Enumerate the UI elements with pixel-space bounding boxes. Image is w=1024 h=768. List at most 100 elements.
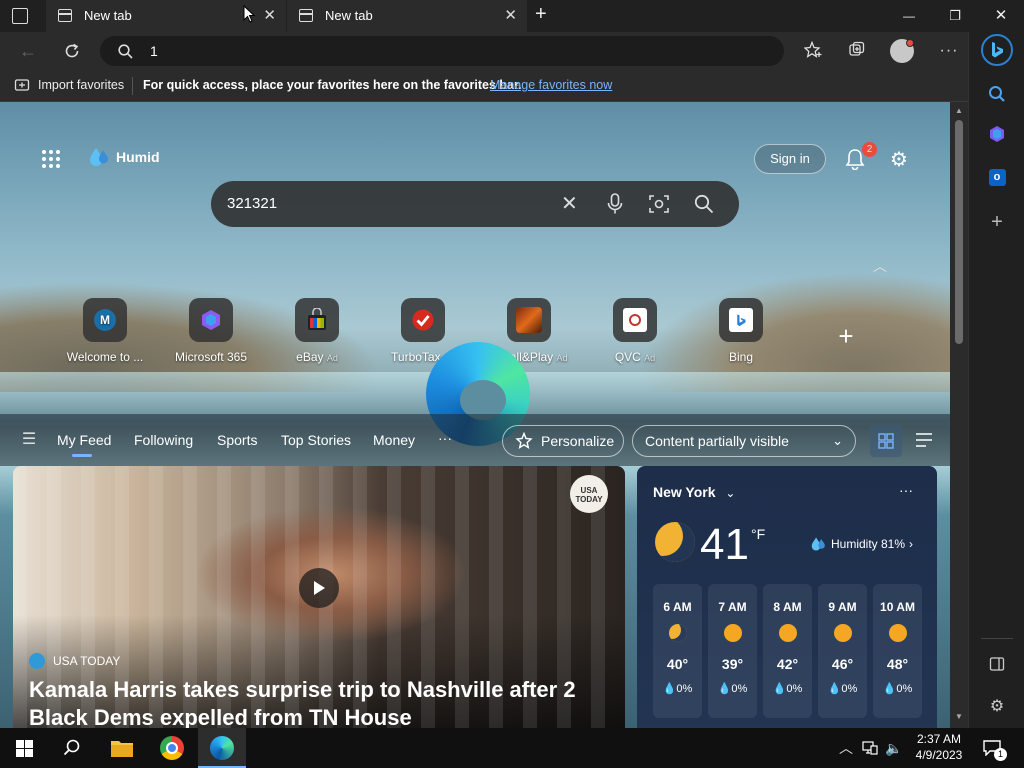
- file-explorer-button[interactable]: [98, 728, 146, 768]
- sign-in-button[interactable]: Sign in: [754, 144, 826, 174]
- volume-icon[interactable]: 🔈: [884, 738, 904, 758]
- refresh-button[interactable]: [58, 38, 86, 64]
- address-bar[interactable]: 1: [100, 36, 784, 66]
- quick-link-microsoft365[interactable]: Microsoft 365: [163, 298, 259, 364]
- network-icon[interactable]: [860, 738, 880, 758]
- humidity-label: Humidity 81%: [831, 537, 906, 551]
- microphone-icon[interactable]: [607, 193, 623, 215]
- collapse-chevron-icon[interactable]: ︿: [870, 258, 890, 274]
- personalize-label: Personalize: [541, 433, 615, 449]
- moon-icon: [655, 522, 695, 562]
- edge-taskbar-button[interactable]: [198, 728, 246, 768]
- weather-card[interactable]: New York ⌄ ··· 41 °F Humidity 81% › 6 AM…: [637, 466, 937, 728]
- action-center-button[interactable]: 1: [978, 734, 1007, 762]
- hour-temp: 42°: [776, 656, 799, 672]
- nav-sports[interactable]: Sports: [217, 432, 257, 448]
- collections-button[interactable]: [844, 37, 870, 63]
- app-launcher-icon[interactable]: [40, 148, 62, 170]
- add-quick-link-button[interactable]: +: [834, 321, 858, 351]
- weather-more-button[interactable]: ···: [899, 482, 913, 498]
- close-window-button[interactable]: ✕: [978, 0, 1024, 32]
- quick-link-tile: [189, 298, 233, 342]
- nav-following[interactable]: Following: [134, 432, 193, 448]
- nav-my-feed[interactable]: My Feed: [57, 432, 111, 448]
- quick-link-tile: [295, 298, 339, 342]
- new-tab-page-icon: [299, 9, 313, 22]
- sidebar-m365-button[interactable]: [985, 122, 1009, 146]
- sidebar-search-button[interactable]: [985, 82, 1009, 106]
- grid-view-button[interactable]: [870, 425, 902, 457]
- quick-link-tile: M: [83, 298, 127, 342]
- taskbar-search-button[interactable]: [48, 728, 96, 768]
- sidebar-outlook-button[interactable]: o: [985, 165, 1009, 189]
- search-submit-icon[interactable]: [694, 194, 714, 214]
- import-favorites-label: Import favorites: [38, 78, 125, 92]
- minimize-button[interactable]: —: [886, 0, 932, 32]
- favorites-star-button[interactable]: [800, 37, 826, 63]
- title-bar: New tab ✕ New tab ✕ + — ❐ ✕: [0, 0, 1024, 32]
- quick-link-label: QVC: [614, 350, 641, 364]
- web-search-box[interactable]: 321321 ✕: [211, 181, 739, 227]
- sidebar-layout-button[interactable]: [985, 652, 1009, 676]
- page-scrollbar[interactable]: ▲ ▼: [950, 102, 968, 728]
- notifications-button[interactable]: 2: [842, 142, 877, 172]
- quick-link-qvc[interactable]: QVC Ad: [587, 298, 683, 364]
- quick-link-welcome[interactable]: M Welcome to ...: [57, 298, 153, 364]
- hourly-forecast-10am[interactable]: 10 AM 48° 💧0%: [873, 584, 922, 718]
- humidity-link[interactable]: Humidity 81% ›: [811, 536, 913, 552]
- import-favorites-button[interactable]: Import favorites: [14, 77, 124, 93]
- hourly-forecast-7am[interactable]: 7 AM 39° 💧0%: [708, 584, 757, 718]
- split-screen-icon: [989, 657, 1005, 671]
- web-search-input[interactable]: 321321: [227, 195, 277, 212]
- tab-2-close-icon[interactable]: ✕: [504, 6, 517, 24]
- sidebar-add-button[interactable]: +: [985, 210, 1009, 234]
- taskbar: ︿ 🔈 2:37 AM 4/9/2023 1: [0, 728, 1024, 768]
- chrome-button[interactable]: [148, 728, 196, 768]
- hourly-forecast-9am[interactable]: 9 AM 46° 💧0%: [818, 584, 867, 718]
- tab-actions-icon[interactable]: [12, 8, 28, 24]
- start-button[interactable]: [0, 728, 48, 768]
- news-headline[interactable]: Kamala Harris takes surprise trip to Nas…: [29, 676, 619, 728]
- personalize-button[interactable]: Personalize: [502, 425, 624, 457]
- sidebar-settings-button[interactable]: ⚙: [985, 694, 1009, 718]
- nav-top-stories[interactable]: Top Stories: [281, 432, 351, 448]
- feed-menu-icon[interactable]: ☰: [20, 430, 38, 448]
- restore-button[interactable]: ❐: [932, 0, 978, 32]
- settings-more-button[interactable]: ···: [936, 38, 962, 64]
- weather-location[interactable]: New York ⌄: [653, 484, 735, 500]
- list-view-button[interactable]: [912, 428, 936, 452]
- address-input-value[interactable]: 1: [150, 43, 158, 59]
- system-clock[interactable]: 2:37 AM 4/9/2023: [910, 731, 968, 763]
- play-video-button[interactable]: [299, 568, 339, 608]
- chevron-down-icon: ⌄: [832, 433, 843, 448]
- show-hidden-icons-button[interactable]: ︿: [836, 738, 856, 758]
- hourly-forecast-8am[interactable]: 8 AM 42° 💧0%: [763, 584, 812, 718]
- tab-1-close-icon[interactable]: ✕: [263, 6, 276, 24]
- qvc-icon: [623, 308, 647, 332]
- nav-more-button[interactable]: ···: [438, 430, 452, 446]
- temp-unit: °F: [751, 526, 766, 542]
- page-settings-button[interactable]: ⚙: [886, 146, 912, 172]
- news-card[interactable]: USA TODAY USA TODAY Kamala Harris takes …: [13, 466, 625, 728]
- new-tab-button[interactable]: +: [535, 3, 547, 26]
- clear-search-icon[interactable]: ✕: [561, 191, 578, 216]
- bing-chat-button[interactable]: [981, 34, 1013, 66]
- scrollbar-thumb[interactable]: [955, 120, 963, 344]
- hourly-forecast-6am[interactable]: 6 AM 40° 💧0%: [653, 584, 702, 718]
- source-badge-text: USA TODAY: [575, 486, 603, 504]
- nav-money[interactable]: Money: [373, 432, 415, 448]
- visual-search-icon[interactable]: [649, 194, 669, 214]
- scroll-down-arrow-icon[interactable]: ▼: [955, 712, 963, 721]
- weather-badge-label: Humid: [116, 149, 160, 165]
- content-visibility-select[interactable]: Content partially visible ⌄: [632, 425, 856, 457]
- weather-badge[interactable]: Humid: [90, 146, 160, 168]
- hour-temp: 40°: [666, 656, 689, 672]
- scroll-up-arrow-icon[interactable]: ▲: [955, 106, 963, 115]
- tab-2[interactable]: New tab ✕: [287, 0, 527, 32]
- manage-favorites-link[interactable]: Manage favorites now: [490, 78, 612, 92]
- back-button[interactable]: ←: [14, 38, 42, 64]
- hour-time: 8 AM: [773, 600, 802, 614]
- quick-link-ebay[interactable]: eBay Ad: [269, 298, 365, 364]
- profile-avatar[interactable]: [890, 39, 914, 63]
- quick-link-bing[interactable]: Bing: [693, 298, 789, 364]
